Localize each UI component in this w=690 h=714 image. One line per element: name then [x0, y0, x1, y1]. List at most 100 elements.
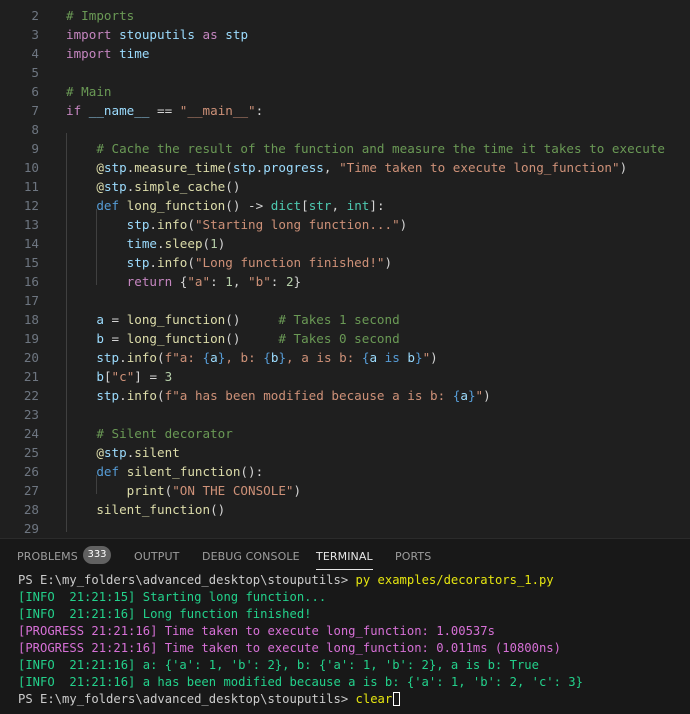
code-token: ] =: [134, 369, 165, 384]
code-token: stp: [126, 217, 150, 232]
code-line[interactable]: 22 stp.info(f"a has been modified becaus…: [0, 386, 690, 405]
tab-debug-console[interactable]: DEBUG CONSOLE: [202, 549, 300, 565]
tab-terminal[interactable]: TERMINAL: [316, 549, 373, 570]
code-line[interactable]: 10 @stp.measure_time(stp.progress, "Time…: [0, 158, 690, 177]
bottom-panel: PROBLEMS 333 OUTPUT DEBUG CONSOLE TERMIN…: [0, 538, 690, 714]
code-line[interactable]: 4 import time: [0, 44, 690, 63]
code-token: () ->: [225, 198, 271, 213]
code-token: # Silent decorator: [66, 426, 233, 441]
code-token: (): [225, 331, 241, 346]
code-line[interactable]: 21 b["c"] = 3: [0, 367, 690, 386]
line-number: 11: [23, 179, 39, 194]
code-token: f"a:: [164, 350, 203, 365]
code-line[interactable]: 8: [0, 120, 690, 139]
code-line[interactable]: 24 # Silent decorator: [0, 424, 690, 443]
code-line[interactable]: 13 stp.info("Starting long function..."): [0, 215, 690, 234]
code-line[interactable]: 9 # Cache the result of the function and…: [0, 139, 690, 158]
code-line[interactable]: 2 # Imports: [0, 6, 690, 25]
code-token: (: [187, 217, 195, 232]
code-text: b = long_function() # Takes 0 second: [66, 329, 400, 348]
code-token: long_function: [126, 198, 226, 213]
code-text: silent_function(): [66, 500, 225, 519]
code-token: (): [225, 312, 241, 327]
code-token: stp: [96, 350, 120, 365]
terminal-command: py examples/decorators_1.py: [355, 573, 554, 587]
line-number: 20: [23, 350, 39, 365]
problems-count-badge: 333: [83, 546, 111, 564]
code-token: 1: [225, 274, 233, 289]
code-token: str: [308, 198, 332, 213]
code-token: ,: [331, 198, 347, 213]
code-line[interactable]: 14 time.sleep(1): [0, 234, 690, 253]
line-number: 9: [31, 141, 39, 156]
line-number: 23: [23, 407, 39, 422]
tab-ports[interactable]: PORTS: [395, 549, 431, 565]
code-line[interactable]: 23: [0, 405, 690, 424]
line-number: 26: [23, 464, 39, 479]
code-line[interactable]: 5: [0, 63, 690, 82]
code-line[interactable]: 7 if __name__ == "__main__":: [0, 101, 690, 120]
line-number: 2: [31, 8, 39, 23]
terminal-view[interactable]: PS E:\my_folders\advanced_desktop\stoupu…: [0, 571, 690, 714]
code-token: "Long function finished!": [194, 255, 385, 270]
code-line[interactable]: 11 @stp.simple_cache(): [0, 177, 690, 196]
code-text: stp.info(f"a has been modified because a…: [66, 386, 490, 405]
code-token: silent_function: [96, 502, 211, 517]
code-line[interactable]: 29: [0, 519, 690, 538]
code-line[interactable]: 28 silent_function(): [0, 500, 690, 519]
code-token: ): [384, 255, 393, 270]
code-line[interactable]: 26 def silent_function():: [0, 462, 690, 481]
code-token: long_function: [126, 312, 226, 327]
code-token: }: [414, 350, 423, 365]
code-token: as: [202, 27, 218, 42]
code-editor[interactable]: 2 # Imports 3 import stouputils as stp 4 impo…: [0, 0, 690, 538]
code-token: stp: [232, 160, 256, 175]
tab-problems[interactable]: PROBLEMS: [17, 549, 78, 565]
code-text: def silent_function():: [66, 462, 263, 481]
code-line[interactable]: 16 return {"a": 1, "b": 2}: [0, 272, 690, 291]
line-number: 5: [31, 65, 39, 80]
code-token: :: [270, 274, 286, 289]
code-token: a: [369, 350, 378, 365]
code-line[interactable]: 27 print("ON THE CONSOLE"): [0, 481, 690, 500]
code-line[interactable]: 20 stp.info(f"a: {a}, b: {b}, a is b: {a…: [0, 348, 690, 367]
code-line[interactable]: 15 stp.info("Long function finished!"): [0, 253, 690, 272]
code-line[interactable]: 19 b = long_function() # Takes 0 second: [0, 329, 690, 348]
code-text: if __name__ == "__main__":: [66, 101, 263, 120]
code-token: # Takes 0 second: [278, 331, 400, 346]
code-token: sleep: [164, 236, 203, 251]
code-token: def: [96, 198, 120, 213]
code-token: .: [157, 236, 165, 251]
code-token: .: [149, 255, 158, 270]
code-token: (): [210, 502, 226, 517]
code-token: __name__: [88, 103, 150, 118]
code-line[interactable]: 12 def long_function() -> dict[str, int]…: [0, 196, 690, 215]
terminal-input-line[interactable]: PS E:\my_folders\advanced_desktop\stoupu…: [18, 691, 401, 708]
code-line[interactable]: 3 import stouputils as stp: [0, 25, 690, 44]
code-token: @: [96, 445, 104, 460]
vscode-window: 2 # Imports 3 import stouputils as stp 4 impo…: [0, 0, 690, 714]
code-token: ": [475, 388, 484, 403]
code-line[interactable]: 18 a = long_function() # Takes 1 second: [0, 310, 690, 329]
code-text: @stp.simple_cache(): [66, 177, 240, 196]
code-token: int: [346, 198, 370, 213]
tab-output[interactable]: OUTPUT: [134, 549, 179, 565]
code-line[interactable]: 17: [0, 291, 690, 310]
code-text: # Silent decorator: [66, 424, 233, 443]
code-token: (: [157, 388, 165, 403]
code-token: ): [399, 217, 408, 232]
code-line[interactable]: 25 @stp.silent: [0, 443, 690, 462]
code-token: .: [119, 350, 127, 365]
code-token: (: [202, 236, 211, 251]
code-token: import: [66, 27, 112, 42]
code-line[interactable]: 6 # Main: [0, 82, 690, 101]
line-number: 4: [31, 46, 39, 61]
code-text: print("ON THE CONSOLE"): [66, 481, 301, 500]
